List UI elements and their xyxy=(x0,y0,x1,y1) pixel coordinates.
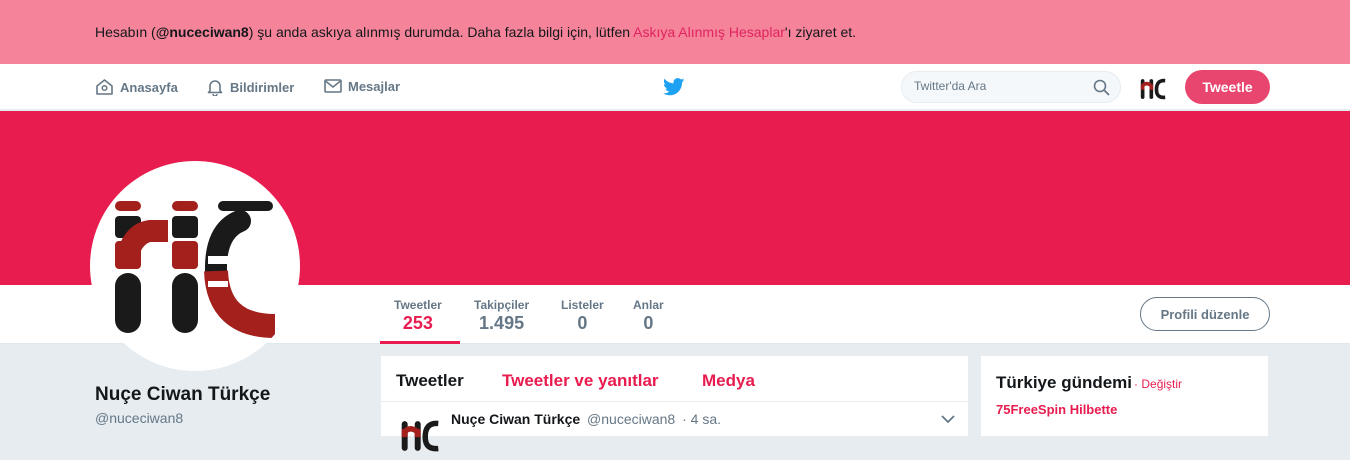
top-navigation: Anasayfa Bildirimler Mesajlar Tweetle xyxy=(0,64,1350,110)
profile-name[interactable]: Nuçe Ciwan Türkçe xyxy=(95,384,270,406)
tweet-author-handle[interactable]: @nuceciwan8 xyxy=(587,411,675,427)
search-input[interactable] xyxy=(914,79,1084,93)
nav-home-label: Anasayfa xyxy=(120,79,178,95)
nav-messages[interactable]: Mesajlar xyxy=(324,78,400,94)
suspension-message: Hesabın (@nuceciwan8) şu anda askıya alı… xyxy=(95,24,856,40)
stat-followers-value: 1.495 xyxy=(479,313,525,333)
nav-notifications[interactable]: Bildirimler xyxy=(206,78,294,96)
profile-handle[interactable]: @nuceciwan8 xyxy=(95,410,183,426)
search-box xyxy=(901,71,1121,103)
nc-logo-icon xyxy=(401,420,439,452)
trends-module: Türkiye gündemi · Değiştir 75FreeSpin Hil… xyxy=(981,356,1268,436)
banner-prefix: Hesabın ( xyxy=(95,24,156,40)
profile-avatar[interactable] xyxy=(90,161,300,371)
stat-lists-label: Listeler xyxy=(561,298,604,312)
timeline-tabs: Tweetler Tweetler ve yanıtlar Medya xyxy=(381,356,968,402)
timeline: Tweetler Tweetler ve yanıtlar Medya Nuçe… xyxy=(381,356,968,452)
chevron-down-icon[interactable] xyxy=(941,414,955,424)
nav-notifications-label: Bildirimler xyxy=(230,79,295,95)
stat-tweets[interactable]: Tweetler 253 xyxy=(394,298,442,334)
tweet-timestamp[interactable]: · 4 sa. xyxy=(682,411,721,427)
bell-icon xyxy=(207,80,223,96)
trends-title-row: Türkiye gündemi · Değiştir xyxy=(996,373,1182,393)
trends-change-link[interactable]: · Değiştir xyxy=(1134,377,1182,391)
tweet-author-name[interactable]: Nuçe Ciwan Türkçe xyxy=(451,411,580,427)
stat-followers[interactable]: Takipçiler 1.495 xyxy=(474,298,529,334)
stat-tweets-value: 253 xyxy=(402,313,433,333)
banner-handle: @nuceciwan8 xyxy=(155,24,249,40)
edit-profile-button[interactable]: Profili düzenle xyxy=(1140,297,1270,331)
banner-suffix: 'ı ziyaret et. xyxy=(784,24,857,40)
account-avatar[interactable] xyxy=(1137,73,1169,105)
stat-tweets-label: Tweetler xyxy=(394,298,442,312)
tab-media[interactable]: Medya xyxy=(702,371,755,391)
trend-item[interactable]: 75FreeSpin Hilbette xyxy=(996,402,1117,417)
tweet-button[interactable]: Tweetle xyxy=(1185,70,1270,104)
search-icon[interactable] xyxy=(1093,79,1110,96)
twitter-bird-icon[interactable] xyxy=(663,78,685,96)
nc-logo-icon xyxy=(1140,78,1166,100)
trends-title: Türkiye gündemi xyxy=(996,373,1133,392)
stat-moments[interactable]: Anlar 0 xyxy=(633,298,664,334)
nav-messages-label: Mesajlar xyxy=(348,78,401,94)
stat-followers-label: Takipçiler xyxy=(474,298,530,312)
stat-lists-value: 0 xyxy=(577,313,588,333)
home-icon xyxy=(96,79,113,95)
tab-tweets[interactable]: Tweetler xyxy=(396,371,464,391)
stat-lists[interactable]: Listeler 0 xyxy=(561,298,604,334)
stat-moments-label: Anlar xyxy=(633,298,664,312)
nav-home[interactable]: Anasayfa xyxy=(95,78,178,96)
suspension-banner: Hesabın (@nuceciwan8) şu anda askıya alı… xyxy=(0,0,1350,64)
tweet-avatar[interactable] xyxy=(396,412,444,460)
active-tab-underline xyxy=(380,341,460,344)
envelope-icon xyxy=(324,79,342,93)
suspended-accounts-link[interactable]: Askıya Alınmış Hesaplar xyxy=(633,24,785,40)
tweet-header: Nuçe Ciwan Türkçe @nuceciwan8 · 4 sa. xyxy=(451,411,721,427)
tab-tweets-and-replies[interactable]: Tweetler ve yanıtlar xyxy=(502,371,659,391)
banner-middle: ) şu anda askıya alınmış durumda. Daha f… xyxy=(248,24,634,40)
stat-moments-value: 0 xyxy=(643,313,654,333)
nc-logo-icon xyxy=(115,201,276,338)
